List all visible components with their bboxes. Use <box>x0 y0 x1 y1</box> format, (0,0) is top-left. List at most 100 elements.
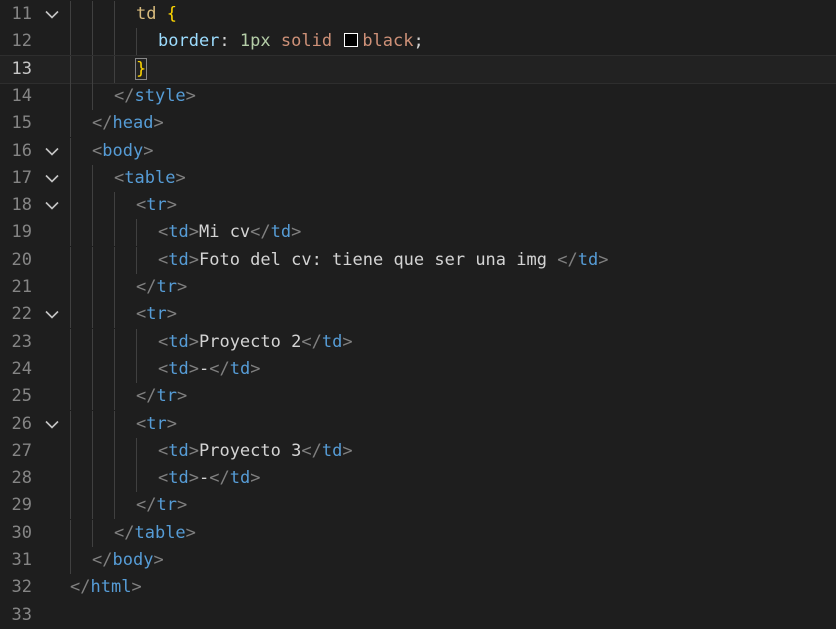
code-line[interactable]: 20 <td>Foto del cv: tiene que ser una img… <box>0 246 836 274</box>
code-token: style <box>134 85 186 106</box>
chevron-down-icon[interactable] <box>44 301 60 328</box>
code-token: > <box>291 222 302 243</box>
indent-guide <box>92 355 93 383</box>
code-line[interactable]: 22 <tr> <box>0 301 836 329</box>
code-content: border: 1px solid black; <box>158 28 424 55</box>
code-token: > <box>166 413 177 434</box>
code-token: > <box>153 550 164 570</box>
indent-guide <box>136 465 137 493</box>
code-token: > <box>166 195 177 216</box>
code-line[interactable]: 25 </tr> <box>0 383 836 411</box>
indent-guide <box>70 465 71 493</box>
indent-guide <box>92 328 93 356</box>
code-line[interactable]: 11 td { <box>0 1 836 28</box>
code-line[interactable]: 30 </table> <box>0 519 836 547</box>
indent-guide <box>114 246 115 274</box>
code-line[interactable]: 21 </tr> <box>0 274 836 301</box>
chevron-down-icon[interactable] <box>44 165 60 192</box>
code-token: td <box>168 358 189 379</box>
code-line[interactable]: 18 <tr> <box>0 192 836 220</box>
code-line[interactable]: 28 <td>-</td> <box>0 465 836 493</box>
line-number: 25 <box>11 386 32 407</box>
indent-guide <box>114 437 115 465</box>
code-line[interactable]: 16 <body> <box>0 137 836 165</box>
code-line[interactable]: 23 <td>Proyecto 2</td> <box>0 328 836 356</box>
indent-guide <box>70 82 71 110</box>
code-line[interactable]: 27 <td>Proyecto 3</td> <box>0 437 836 465</box>
code-content: <td>Mi cv</td> <box>158 219 301 246</box>
indent-guide <box>92 437 93 465</box>
code-line[interactable]: 17 <table> <box>0 164 836 192</box>
line-number: 28 <box>11 468 32 489</box>
code-line[interactable]: 12 border: 1px solid black; <box>0 28 836 56</box>
code-token: > <box>342 440 353 461</box>
code-token: </ <box>250 222 271 243</box>
chevron-down-icon[interactable] <box>44 192 60 219</box>
code-line[interactable]: 14 </style> <box>0 82 836 110</box>
indent-guide <box>92 28 93 56</box>
indent-guide <box>70 355 71 383</box>
indent-guide <box>136 437 137 465</box>
line-number: 20 <box>11 249 32 270</box>
color-swatch[interactable] <box>344 33 359 48</box>
chevron-down-icon[interactable] <box>44 1 60 28</box>
code-line[interactable]: 32 </html> <box>0 574 836 601</box>
code-content: </tr> <box>136 274 187 301</box>
code-token: </ <box>209 358 230 379</box>
code-token: < <box>158 331 169 352</box>
indent-guide <box>114 301 115 329</box>
code-content: <td>Proyecto 2</td> <box>158 329 353 356</box>
code-token: td <box>229 468 251 489</box>
indent-guide <box>92 410 93 438</box>
code-token: Foto del cv: tiene que ser una img <box>198 249 558 270</box>
code-token: td <box>321 440 343 461</box>
code-token: solid <box>280 31 333 52</box>
code-line[interactable]: 26 <tr> <box>0 410 836 438</box>
chevron-down-icon[interactable] <box>44 138 60 165</box>
code-content: </tr> <box>136 383 187 410</box>
indent-guide <box>70 328 71 356</box>
code-line[interactable]: 24 <td>-</td> <box>0 355 836 383</box>
code-content: <table> <box>114 165 186 192</box>
code-editor[interactable]: 11 td { 12 border: 1px solid black; 13} 14 </s… <box>0 0 836 625</box>
indent-guide <box>70 164 71 192</box>
code-content: </html> <box>70 574 142 601</box>
indent-guide <box>114 492 115 520</box>
line-number: 12 <box>11 31 32 52</box>
code-content: </body> <box>92 547 164 574</box>
code-token: black <box>362 31 414 52</box>
code-line[interactable]: 13} <box>0 54 836 84</box>
code-token: < <box>136 195 147 216</box>
indent-guide <box>92 519 93 547</box>
indent-guide <box>114 1 115 28</box>
chevron-down-icon[interactable] <box>44 411 60 438</box>
code-line[interactable]: 19 <td>Mi cv</td> <box>0 219 836 247</box>
line-number: 23 <box>11 331 32 352</box>
code-token: Mi cv <box>198 222 251 243</box>
code-token: table <box>134 522 186 543</box>
line-number: 31 <box>11 550 32 570</box>
indent-guide <box>114 219 115 247</box>
code-token: ; <box>413 31 424 52</box>
line-number: 26 <box>11 413 32 434</box>
code-token: > <box>166 304 177 325</box>
indent-guide <box>92 164 93 192</box>
indent-guide <box>70 383 71 411</box>
code-token: > <box>131 577 142 598</box>
code-line[interactable]: 29 </tr> <box>0 492 836 520</box>
code-token: </ <box>557 249 578 270</box>
code-line[interactable]: 15 </head> <box>0 110 836 138</box>
indent-guide <box>92 55 93 83</box>
code-content: <tr> <box>136 411 177 438</box>
line-number: 17 <box>11 167 32 188</box>
code-token: </ <box>301 440 322 461</box>
indent-guide <box>136 328 137 356</box>
indent-guide <box>92 383 93 411</box>
code-token: < <box>92 140 103 161</box>
indent-guide <box>70 519 71 547</box>
code-line[interactable]: 31 </body> <box>0 547 836 574</box>
line-number: 29 <box>11 495 32 516</box>
line-number: 15 <box>11 113 32 134</box>
code-content: </head> <box>92 110 164 137</box>
